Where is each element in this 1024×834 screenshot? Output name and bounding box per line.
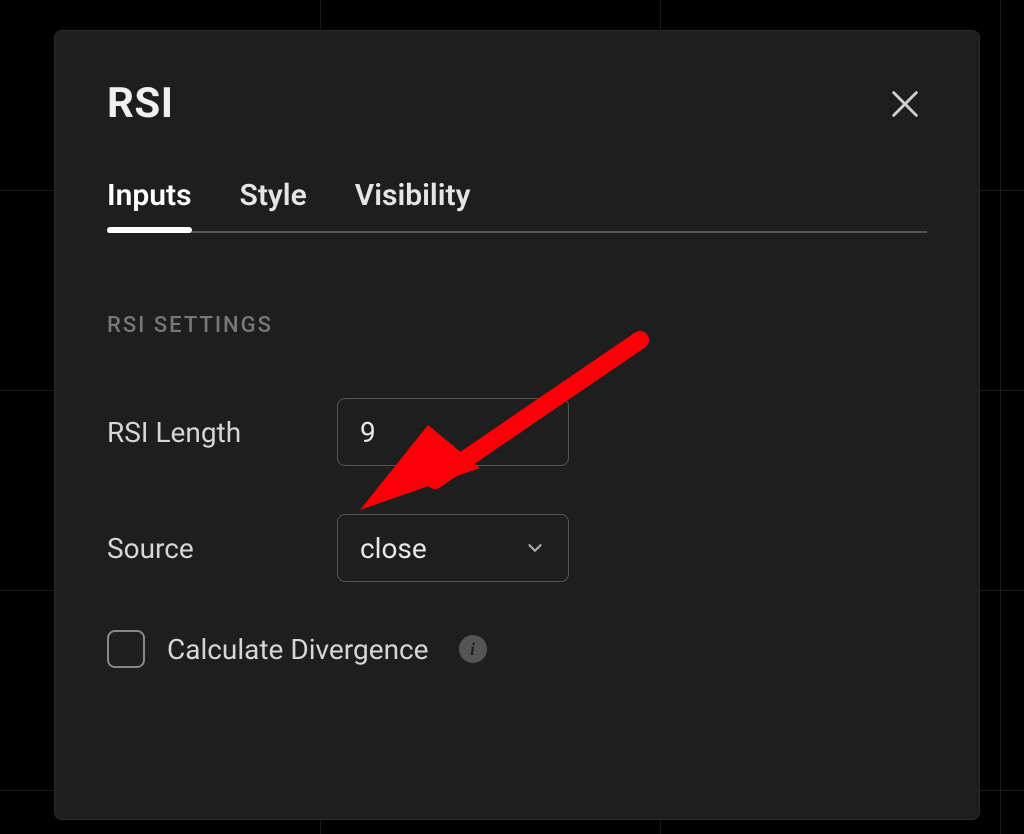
dialog-header: RSI (107, 79, 927, 128)
tabs: Inputs Style Visibility (107, 178, 927, 233)
section-label: RSI SETTINGS (107, 313, 927, 338)
calc-divergence-label: Calculate Divergence (167, 633, 429, 666)
rsi-length-label: RSI Length (107, 416, 337, 449)
chevron-down-icon (524, 537, 546, 559)
source-row: Source close (107, 514, 927, 582)
tab-visibility[interactable]: Visibility (355, 178, 471, 231)
dialog-title: RSI (107, 79, 174, 128)
close-button[interactable] (883, 82, 927, 126)
source-select[interactable]: close (337, 514, 569, 582)
rsi-length-row: RSI Length 9 (107, 398, 927, 466)
calc-divergence-checkbox[interactable] (107, 630, 145, 668)
close-icon (888, 87, 922, 121)
source-label: Source (107, 532, 337, 565)
source-value: close (360, 532, 427, 565)
rsi-settings-dialog: RSI Inputs Style Visibility RSI SETTINGS… (54, 30, 980, 820)
tab-style[interactable]: Style (240, 178, 307, 231)
rsi-length-value: 9 (360, 416, 376, 449)
info-icon[interactable]: i (459, 635, 487, 663)
rsi-length-input[interactable]: 9 (337, 398, 569, 466)
tab-inputs[interactable]: Inputs (107, 178, 192, 231)
calc-divergence-row: Calculate Divergence i (107, 630, 927, 668)
